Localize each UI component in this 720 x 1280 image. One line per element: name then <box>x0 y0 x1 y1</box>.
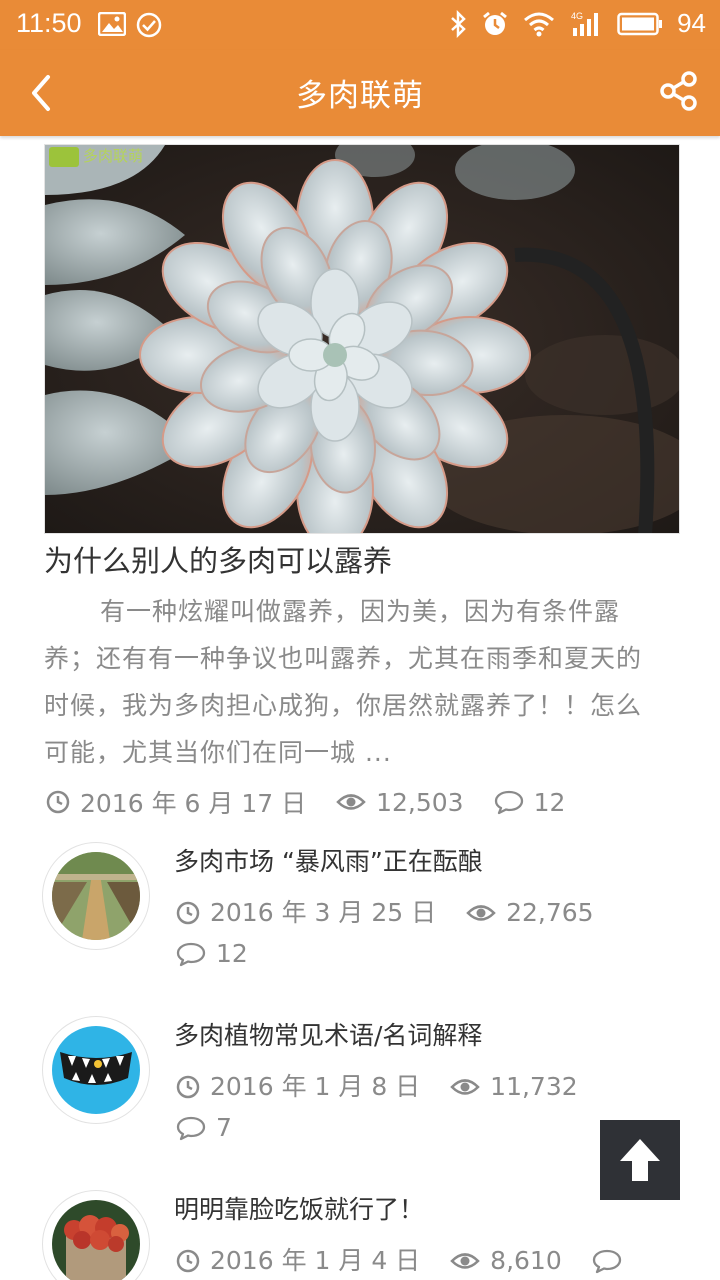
bluetooth-icon <box>449 9 467 38</box>
battery-level: 94 <box>677 8 706 38</box>
avatar <box>42 1016 150 1124</box>
article-views: 22,765 <box>506 898 594 927</box>
arrow-up-icon <box>620 1139 660 1181</box>
featured-views: 12,503 <box>376 787 464 817</box>
featured-date: 2016 年 6 月 17 日 <box>80 789 307 818</box>
featured-comments: 12 <box>533 787 566 817</box>
article-views: 8,610 <box>490 1246 562 1275</box>
app-bar: 多肉联萌 <box>0 50 720 136</box>
signal-4g-icon: 4G <box>569 10 603 38</box>
eye-icon <box>336 794 366 810</box>
wifi-icon <box>523 11 555 37</box>
article-views: 11,732 <box>490 1072 578 1101</box>
svg-text:4G: 4G <box>571 11 583 21</box>
share-button[interactable] <box>658 70 700 112</box>
market-thumbnail <box>52 852 140 940</box>
succulent-photo: 多肉联萌 <box>45 145 679 533</box>
comment-icon <box>592 1249 621 1274</box>
comment-icon <box>176 942 206 967</box>
featured-excerpt: 有一种炫耀叫做露养，因为美，因为有条件露养；还有有一种争议也叫露养，尤其在雨季和… <box>44 597 643 767</box>
article-title[interactable]: 多肉植物常见术语/名词解释 <box>174 1016 482 1052</box>
article-date: 2016 年 1 月 8 日 <box>210 1072 421 1101</box>
article-title[interactable]: 多肉市场 “暴风雨”正在酝酿 <box>174 842 483 878</box>
article-list[interactable]: 多肉联萌 为什么别人的多肉可以露养 有一种炫耀叫做露养，因为美，因为有条件露养；… <box>0 136 720 1280</box>
battery-icon <box>617 12 663 36</box>
avatar <box>42 1190 150 1280</box>
comment-icon <box>176 1116 206 1141</box>
article-title[interactable]: 明明靠脸吃饭就行了！ <box>174 1190 424 1226</box>
article-date: 2016 年 3 月 25 日 <box>210 898 437 927</box>
check-circle-icon <box>136 12 162 38</box>
clock-icon <box>176 901 200 925</box>
featured-meta: 2016 年 6 月 17 日 12,503 12 <box>46 784 587 820</box>
clock-icon <box>46 790 70 814</box>
alarm-icon <box>481 10 509 38</box>
avatar <box>42 842 150 950</box>
eye-icon <box>450 1079 480 1095</box>
succulent-thumbnail <box>52 1200 140 1280</box>
article-comments: 12 <box>216 939 248 968</box>
featured-title[interactable]: 为什么别人的多肉可以露养 <box>44 538 684 580</box>
status-time: 11:50 <box>16 8 82 38</box>
back-to-top-button[interactable] <box>600 1120 680 1200</box>
share-icon <box>660 71 697 111</box>
article-comments: 7 <box>216 1113 232 1142</box>
status-bar: 11:50 4G 94 <box>0 0 720 50</box>
eye-icon <box>466 905 496 921</box>
article-meta: 2016 年 3 月 25 日 22,765 12 <box>176 892 686 974</box>
page-title: 多肉联萌 <box>296 78 424 114</box>
clock-icon <box>176 1075 200 1099</box>
eye-icon <box>450 1253 480 1269</box>
watermark-logo: 多肉联萌 <box>49 147 143 167</box>
svg-text:多肉联萌: 多肉联萌 <box>83 147 143 165</box>
featured-image[interactable]: 多肉联萌 <box>44 144 680 534</box>
glossary-thumbnail <box>52 1026 140 1114</box>
clock-icon <box>176 1249 200 1273</box>
article-date: 2016 年 1 月 4 日 <box>210 1246 421 1275</box>
article-meta: 2016 年 1 月 4 日 8,610 <box>176 1240 686 1280</box>
comment-icon <box>494 790 523 815</box>
image-icon <box>98 12 126 38</box>
